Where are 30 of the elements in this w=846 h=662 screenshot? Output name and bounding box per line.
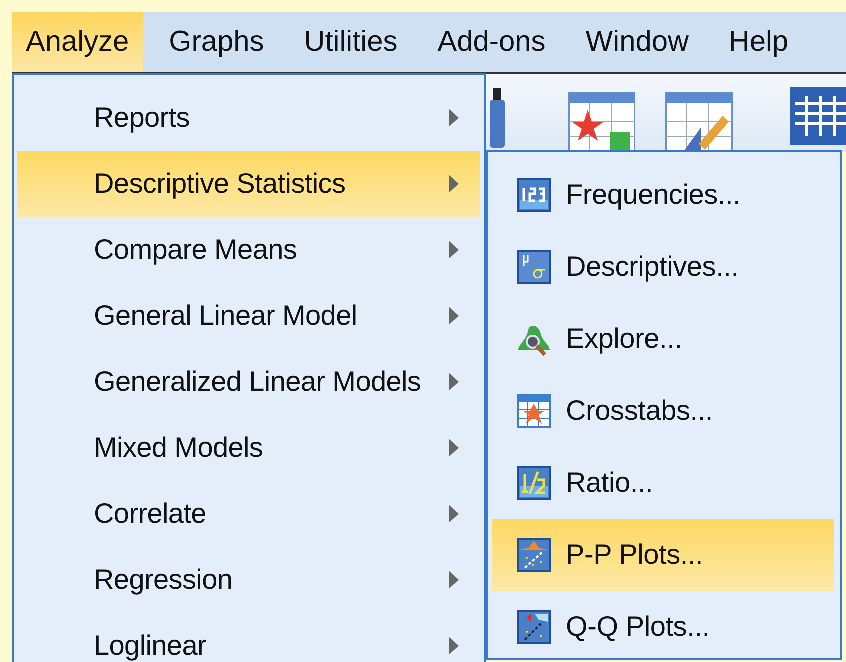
menu-item[interactable]: Explore... [492, 303, 834, 375]
menu-title[interactable]: Analyze [12, 12, 144, 72]
menu-item[interactable]: Correlate [17, 481, 480, 547]
menu-title[interactable]: Add-ons [424, 12, 560, 72]
menu-item[interactable]: Regression [17, 547, 480, 613]
menu-item[interactable]: Descriptive Statistics [17, 151, 480, 217]
menu-item[interactable]: Generalized Linear Models [17, 349, 480, 415]
menu-item[interactable]: General Linear Model [17, 283, 480, 349]
menu-title[interactable]: Graphs [155, 12, 278, 72]
menu-title[interactable]: Help [714, 12, 803, 72]
menu-title[interactable]: Window [572, 12, 703, 72]
table-icon[interactable] [788, 86, 846, 146]
menu-title[interactable]: Utilities [290, 12, 412, 72]
numbers-icon [517, 178, 551, 212]
menu-item[interactable]: Descriptives... [492, 231, 834, 303]
menu-item[interactable]: Mixed Models [17, 415, 480, 481]
menu-item[interactable]: Crosstabs... [492, 375, 834, 447]
menu-item[interactable]: Compare Means [17, 217, 480, 283]
bottle-icon[interactable] [490, 88, 506, 148]
fraction-icon [517, 466, 551, 500]
menu-item[interactable]: Ratio... [492, 447, 834, 519]
plot-icon [517, 610, 551, 644]
menu-item[interactable]: P-P Plots... [492, 519, 834, 591]
grid-star-icon[interactable] [568, 92, 636, 152]
mu-sigma-icon [517, 250, 551, 284]
menu-item[interactable]: Frequencies... [492, 159, 834, 231]
grid-pencil-icon[interactable] [665, 92, 733, 152]
plot-icon [517, 538, 551, 572]
menu-item[interactable]: Q-Q Plots... [492, 591, 834, 658]
menu-item[interactable]: Loglinear [17, 613, 480, 662]
